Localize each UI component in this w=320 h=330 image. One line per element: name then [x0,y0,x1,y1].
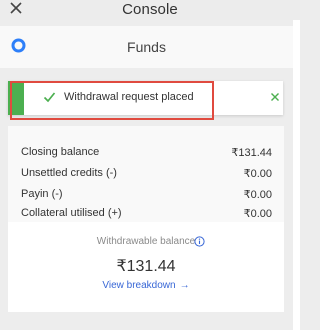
balance-value: ₹0.00 [243,168,272,180]
close-icon[interactable] [270,92,280,102]
info-icon[interactable] [194,236,205,247]
balance-label: Payin (-) [21,188,63,200]
balance-row: Unsettled credits (-) ₹0.00 [21,167,272,181]
balance-label: Closing balance [21,146,100,158]
top-bar: Console [0,0,300,20]
highlight-box [10,81,214,120]
arrow-right-icon: → [179,280,190,291]
balance-label: Collateral utilised (+) [21,207,122,219]
balance-row: Closing balance ₹131.44 [21,146,272,160]
balance-row: Payin (-) ₹0.00 [21,188,272,202]
balance-summary: Closing balance ₹131.44 Unsettled credit… [8,126,284,222]
balance-label: Unsettled credits (-) [21,167,117,179]
balance-value: ₹0.00 [243,208,272,220]
app-title: Console [122,1,178,18]
withdrawable-label: Withdrawable balance [96,236,196,247]
balance-value: ₹0.00 [243,189,272,201]
view-breakdown-link[interactable]: View breakdown → [8,280,284,291]
scrollbar-track[interactable] [293,20,300,330]
withdrawable-amount: ₹131.44 [116,258,176,275]
balance-row: Collateral utilised (+) ₹0.00 [21,207,272,221]
view-breakdown-label: View breakdown [102,280,176,291]
balance-value: ₹131.44 [231,147,272,159]
page-header: Funds [0,26,293,68]
page-title: Funds [127,39,166,55]
withdrawable-card: Withdrawable balance ₹131.44 View breakd… [8,222,284,312]
